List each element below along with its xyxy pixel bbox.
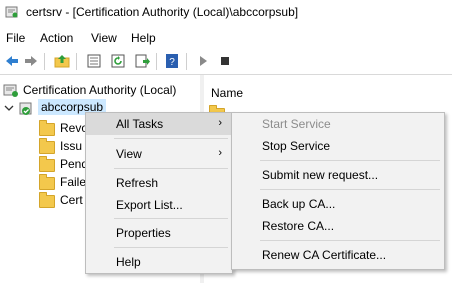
- menu-item-stop-service[interactable]: Stop Service: [232, 135, 444, 157]
- window-title: certsrv - [Certification Authority (Loca…: [26, 5, 299, 19]
- all-tasks-submenu: Start Service Stop Service Submit new re…: [231, 112, 445, 270]
- menu-item-label: Back up CA...: [262, 197, 336, 211]
- folder-icon: [39, 156, 55, 172]
- help-icon[interactable]: ?: [164, 53, 180, 69]
- menu-action[interactable]: Action: [40, 31, 73, 45]
- toolbar-separator: [156, 53, 157, 70]
- menu-item-start-service: Start Service: [232, 113, 444, 135]
- menu-item-label: View: [116, 147, 142, 161]
- up-folder-icon[interactable]: [54, 53, 70, 69]
- menu-item-label: Renew CA Certificate...: [262, 248, 387, 262]
- menu-file[interactable]: File: [6, 31, 25, 45]
- certificate-authority-icon: [5, 6, 18, 18]
- chevron-right-icon: ›: [218, 117, 222, 129]
- menu-item-properties[interactable]: Properties: [86, 222, 232, 244]
- menu-item-label: Export List...: [116, 198, 183, 212]
- menu-item-export-list[interactable]: Export List...: [86, 194, 232, 216]
- export-list-icon[interactable]: [134, 53, 150, 69]
- chevron-down-icon[interactable]: [4, 103, 14, 113]
- stop-service-icon[interactable]: [217, 53, 233, 69]
- toolbar-separator: [186, 53, 187, 70]
- folder-icon: [39, 192, 55, 208]
- menu-bar: File Action View Help: [0, 28, 452, 48]
- menu-help[interactable]: Help: [131, 31, 156, 45]
- menu-separator: [114, 138, 228, 139]
- certificate-authority-icon: [3, 84, 18, 97]
- menu-item-restore-ca[interactable]: Restore CA...: [232, 215, 444, 237]
- start-service-icon[interactable]: [195, 53, 211, 69]
- tree-root-label: Certification Authority (Local): [23, 83, 177, 97]
- menu-item-renew-ca-certificate[interactable]: Renew CA Certificate...: [232, 244, 444, 266]
- menu-item-label: Stop Service: [262, 139, 331, 153]
- menu-separator: [260, 240, 440, 241]
- menu-item-label: Help: [116, 255, 141, 269]
- menu-item-submit-request[interactable]: Submit new request...: [232, 164, 444, 186]
- toolbar-separator: [76, 53, 77, 70]
- menu-separator: [114, 247, 228, 248]
- folder-icon: [39, 174, 55, 190]
- menu-item-refresh[interactable]: Refresh: [86, 172, 232, 194]
- menu-item-label: All Tasks: [116, 117, 164, 131]
- menu-item-label: Submit new request...: [262, 168, 379, 182]
- menu-item-label: Start Service: [262, 117, 331, 131]
- title-bar: certsrv - [Certification Authority (Loca…: [0, 0, 452, 26]
- tree-folder-label: Revo: [60, 121, 89, 135]
- menu-item-label: Properties: [116, 226, 171, 240]
- menu-separator: [260, 189, 440, 190]
- context-menu: All Tasks › View › Refresh Export List..…: [85, 112, 233, 274]
- menu-separator: [114, 218, 228, 219]
- menu-item-all-tasks[interactable]: All Tasks ›: [86, 113, 232, 135]
- tree-folder-label: Issu: [60, 139, 83, 153]
- menu-view[interactable]: View: [91, 31, 117, 45]
- menu-separator: [260, 160, 440, 161]
- folder-icon: [39, 120, 55, 136]
- menu-item-backup-ca[interactable]: Back up CA...: [232, 193, 444, 215]
- back-arrow-icon[interactable]: [4, 53, 20, 69]
- menu-item-label: Refresh: [116, 176, 159, 190]
- menu-separator: [114, 168, 228, 169]
- tree-folder-label: Pend: [60, 157, 89, 171]
- tree-root-item[interactable]: Certification Authority (Local): [2, 81, 198, 99]
- tree-folder-label: Cert: [60, 193, 83, 207]
- menu-item-view[interactable]: View ›: [86, 143, 232, 165]
- toolbar-separator: [44, 53, 45, 70]
- menu-item-label: Restore CA...: [262, 219, 335, 233]
- forward-arrow-icon[interactable]: [23, 53, 39, 69]
- chevron-right-icon: ›: [218, 147, 222, 159]
- refresh-icon[interactable]: [110, 53, 126, 69]
- ca-server-icon: [19, 102, 32, 115]
- column-header-name[interactable]: Name: [211, 86, 243, 100]
- toolbar: ?: [0, 50, 452, 75]
- tree-folder-label: Faile: [60, 175, 87, 189]
- menu-item-help[interactable]: Help: [86, 251, 232, 273]
- show-hide-console-tree-icon[interactable]: [86, 53, 102, 69]
- svg-text:?: ?: [169, 57, 175, 68]
- folder-icon: [39, 138, 55, 154]
